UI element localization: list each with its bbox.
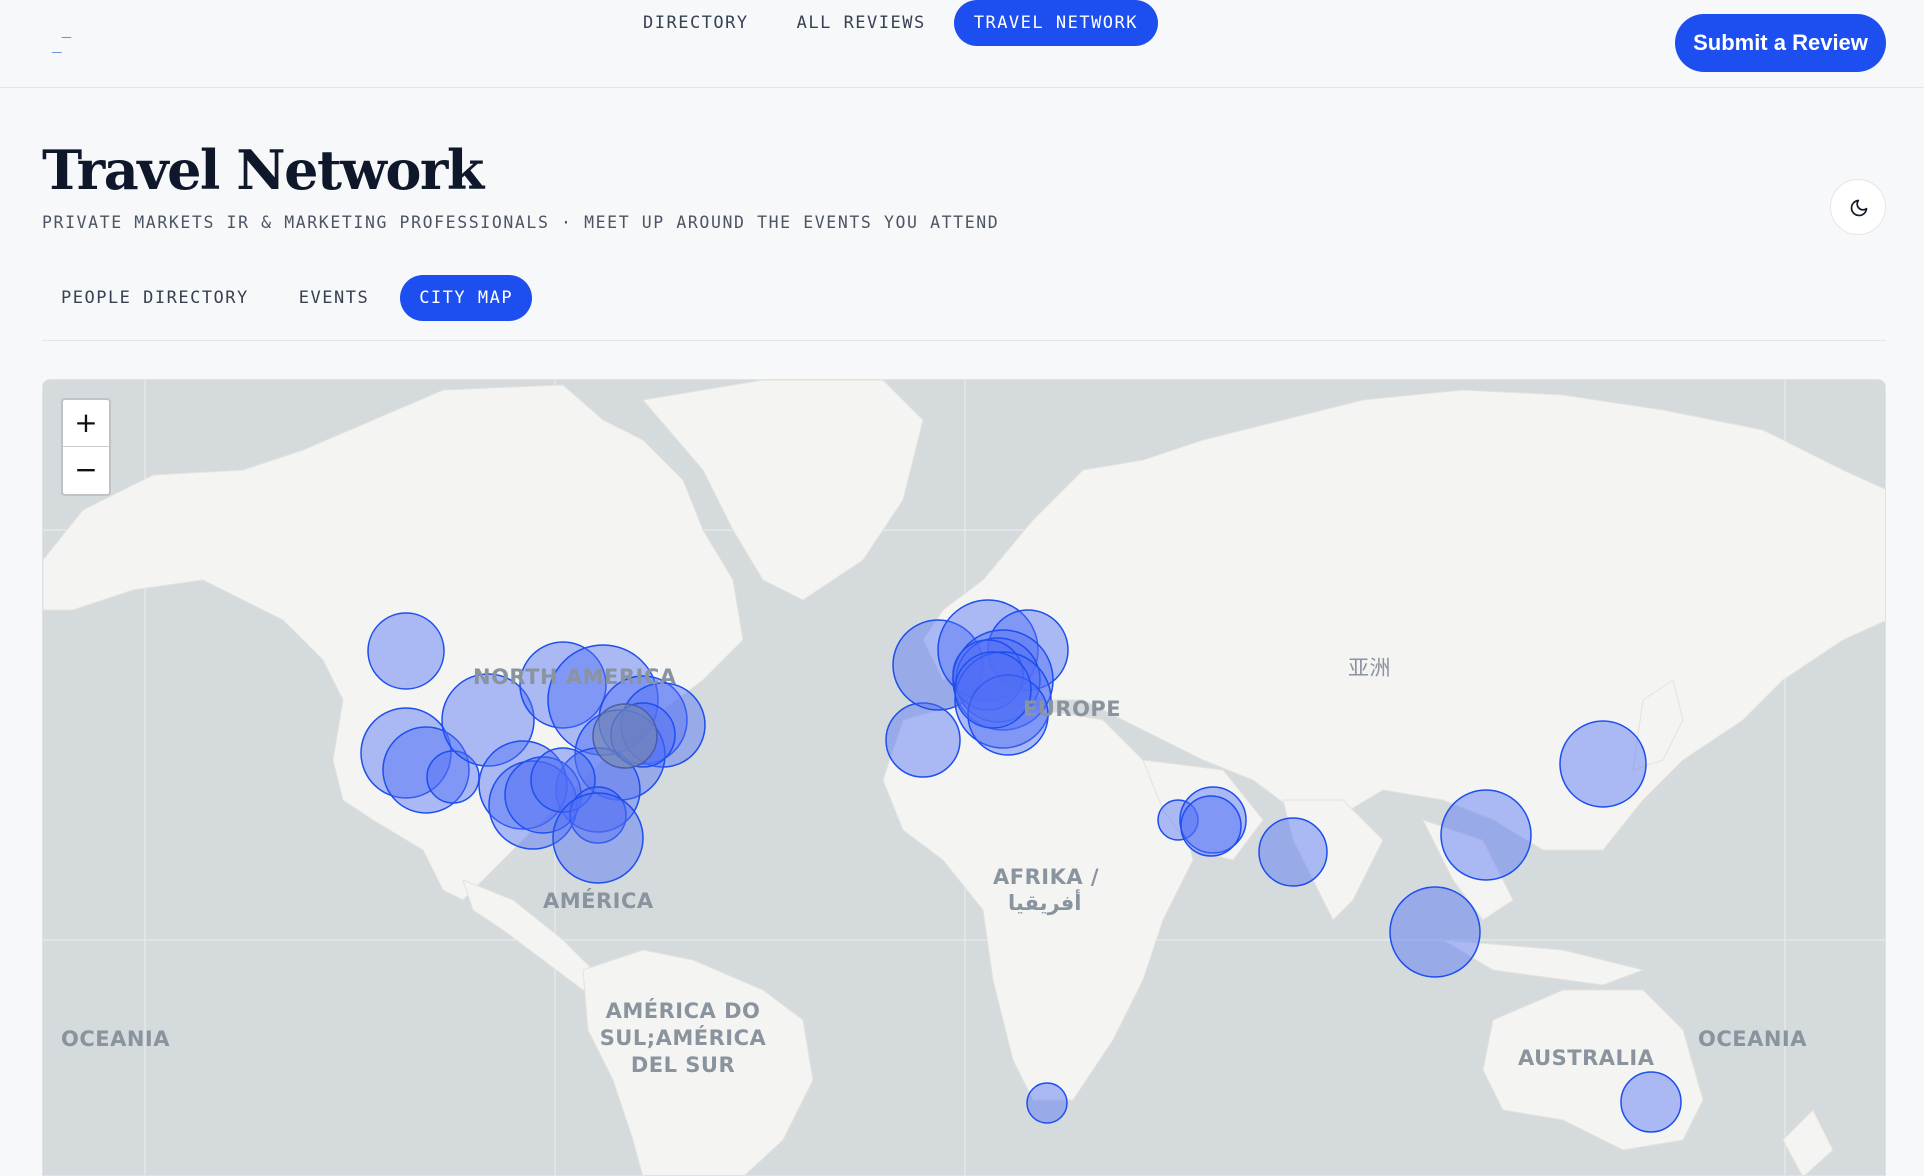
- nav-directory[interactable]: DIRECTORY: [623, 0, 769, 46]
- city-marker: [1026, 1082, 1068, 1124]
- tab-city-map[interactable]: CITY MAP: [400, 275, 533, 321]
- label-europe: EUROPE: [1023, 697, 1122, 721]
- label-asia: 亚洲: [1348, 656, 1391, 680]
- main-nav: DIRECTORY ALL REVIEWS TRAVEL NETWORK: [623, 0, 1159, 46]
- zoom-out-button[interactable]: −: [63, 447, 109, 494]
- city-marker: [367, 612, 445, 690]
- page-title: Travel Network: [42, 138, 484, 202]
- sub-tabs: PEOPLE DIRECTORY EVENTS CITY MAP: [42, 275, 533, 321]
- nav-travel-network[interactable]: TRAVEL NETWORK: [953, 0, 1159, 46]
- city-marker: [1180, 795, 1242, 857]
- label-oceania-left: OCEANIA: [61, 1027, 171, 1051]
- city-marker: [1389, 886, 1481, 978]
- label-africa-arabic: أفريقيا: [1008, 891, 1082, 915]
- city-marker: [885, 702, 961, 778]
- label-america: AMÉRICA: [543, 889, 654, 913]
- label-africa: AFRIKA /: [993, 865, 1100, 889]
- city-marker: [954, 651, 1032, 729]
- zoom-control: + −: [61, 398, 111, 496]
- nav-all-reviews[interactable]: ALL REVIEWS: [777, 0, 946, 46]
- label-oceania-right: OCEANIA: [1698, 1027, 1808, 1051]
- top-navigation-bar: _‾ DIRECTORY ALL REVIEWS TRAVEL NETWORK …: [0, 0, 1924, 88]
- divider: [42, 340, 1886, 341]
- theme-toggle-button[interactable]: [1830, 179, 1886, 235]
- city-marker: [1559, 720, 1647, 808]
- label-north-america: NORTH AMERICA: [473, 665, 677, 689]
- city-marker: [1620, 1071, 1682, 1133]
- label-australia: AUSTRALIA: [1518, 1046, 1655, 1070]
- city-marker-highlight: [592, 703, 658, 769]
- zoom-in-button[interactable]: +: [63, 400, 109, 447]
- moon-icon: [1850, 199, 1868, 217]
- tab-events[interactable]: EVENTS: [280, 275, 388, 321]
- tab-people-directory[interactable]: PEOPLE DIRECTORY: [42, 275, 268, 321]
- city-marker: [1258, 817, 1328, 887]
- city-marker: [552, 792, 644, 884]
- site-logo[interactable]: _‾: [52, 34, 71, 53]
- label-south-america: AMÉRICA DO SUL;AMÉRICA DEL SUR: [599, 999, 767, 1077]
- submit-review-button[interactable]: Submit a Review: [1675, 14, 1886, 72]
- city-marker: [1440, 789, 1532, 881]
- page-subtitle: PRIVATE MARKETS IR & MARKETING PROFESSIO…: [42, 213, 1000, 232]
- city-map[interactable]: NORTH AMERICA AMÉRICA AMÉRICA DO SUL;AMÉ…: [42, 379, 1886, 1176]
